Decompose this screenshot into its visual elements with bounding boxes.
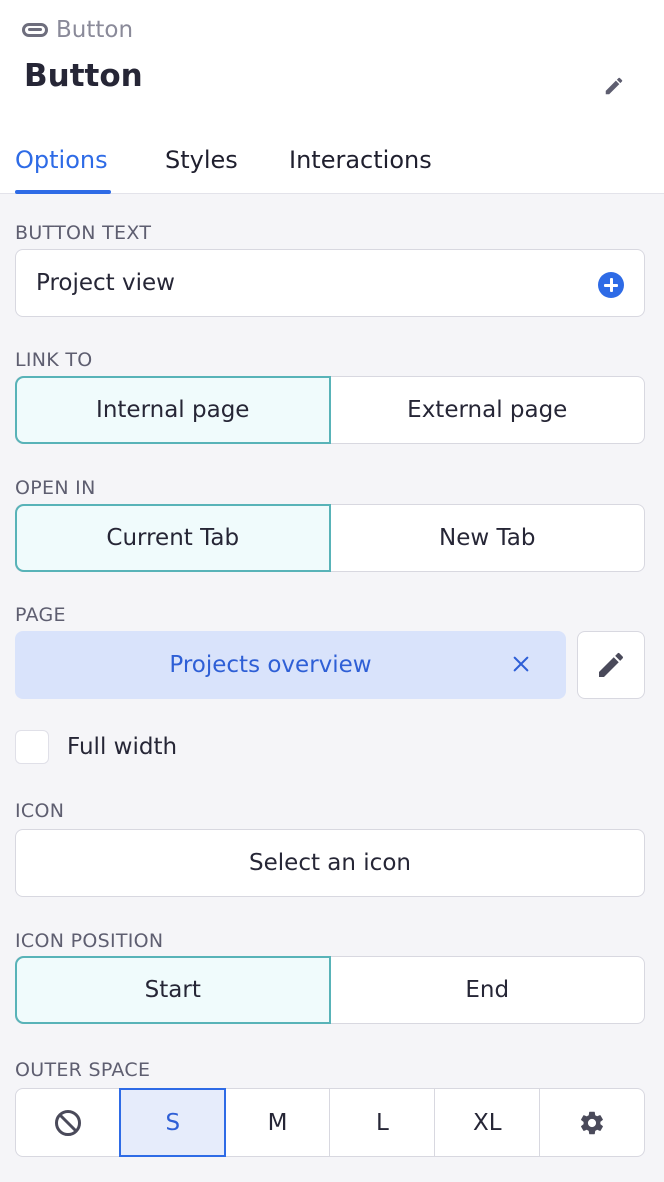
full-width-checkbox[interactable] xyxy=(15,730,49,764)
link-to-internal-option[interactable]: Internal page xyxy=(15,376,331,444)
page-label: PAGE xyxy=(15,604,66,626)
button-component-icon xyxy=(22,23,48,37)
gear-icon xyxy=(581,1111,603,1134)
tab-styles[interactable]: Styles xyxy=(165,140,238,194)
breadcrumb: Button xyxy=(22,16,133,44)
open-in-label: OPEN IN xyxy=(15,477,96,499)
button-text-value: Project view xyxy=(36,270,175,296)
icon-position-start-option[interactable]: Start xyxy=(15,956,331,1024)
full-width-row: Full width xyxy=(15,730,177,764)
icon-label: ICON xyxy=(15,800,65,822)
edit-page-button[interactable] xyxy=(577,631,645,699)
icon-position-toggle: Start End xyxy=(15,956,645,1024)
panel-header: Button Button Options Styles Interaction… xyxy=(0,0,664,194)
link-to-toggle: Internal page External page xyxy=(15,376,645,444)
button-text-label: BUTTON TEXT xyxy=(15,222,152,244)
page-select-value: Projects overview xyxy=(169,652,372,678)
open-in-current-tab-option[interactable]: Current Tab xyxy=(15,504,331,572)
no-entry-icon xyxy=(54,1109,81,1136)
tab-options[interactable]: Options xyxy=(15,140,111,194)
edit-title-button[interactable] xyxy=(600,72,628,100)
breadcrumb-label: Button xyxy=(56,17,134,43)
outer-space-s-option[interactable]: S xyxy=(118,1088,226,1157)
page-title: Button xyxy=(24,58,143,94)
outer-space-l-option[interactable]: L xyxy=(329,1089,434,1156)
outer-space-selector: S M L XL xyxy=(15,1088,645,1157)
outer-space-custom-option[interactable] xyxy=(539,1089,644,1156)
link-to-external-option[interactable]: External page xyxy=(329,377,645,443)
outer-space-xl-option[interactable]: XL xyxy=(434,1089,539,1156)
icon-select[interactable]: Select an icon xyxy=(15,829,645,897)
icon-position-end-option[interactable]: End xyxy=(329,957,645,1023)
outer-space-m-option[interactable]: M xyxy=(224,1089,330,1156)
icon-position-label: ICON POSITION xyxy=(15,930,164,952)
outer-space-label: OUTER SPACE xyxy=(15,1059,151,1081)
icon-select-placeholder: Select an icon xyxy=(249,850,411,876)
open-in-new-tab-option[interactable]: New Tab xyxy=(329,505,645,571)
open-in-toggle: Current Tab New Tab xyxy=(15,504,645,572)
tab-interactions[interactable]: Interactions xyxy=(289,140,432,194)
add-variable-icon[interactable] xyxy=(598,272,624,298)
clear-icon[interactable] xyxy=(510,653,532,675)
link-to-label: LINK TO xyxy=(15,349,93,371)
outer-space-none-option[interactable] xyxy=(16,1089,120,1156)
pencil-icon xyxy=(599,652,624,677)
pencil-icon xyxy=(605,77,623,95)
full-width-label: Full width xyxy=(67,734,178,760)
button-text-input[interactable]: Project view xyxy=(15,249,645,317)
page-select[interactable]: Projects overview xyxy=(15,631,566,699)
